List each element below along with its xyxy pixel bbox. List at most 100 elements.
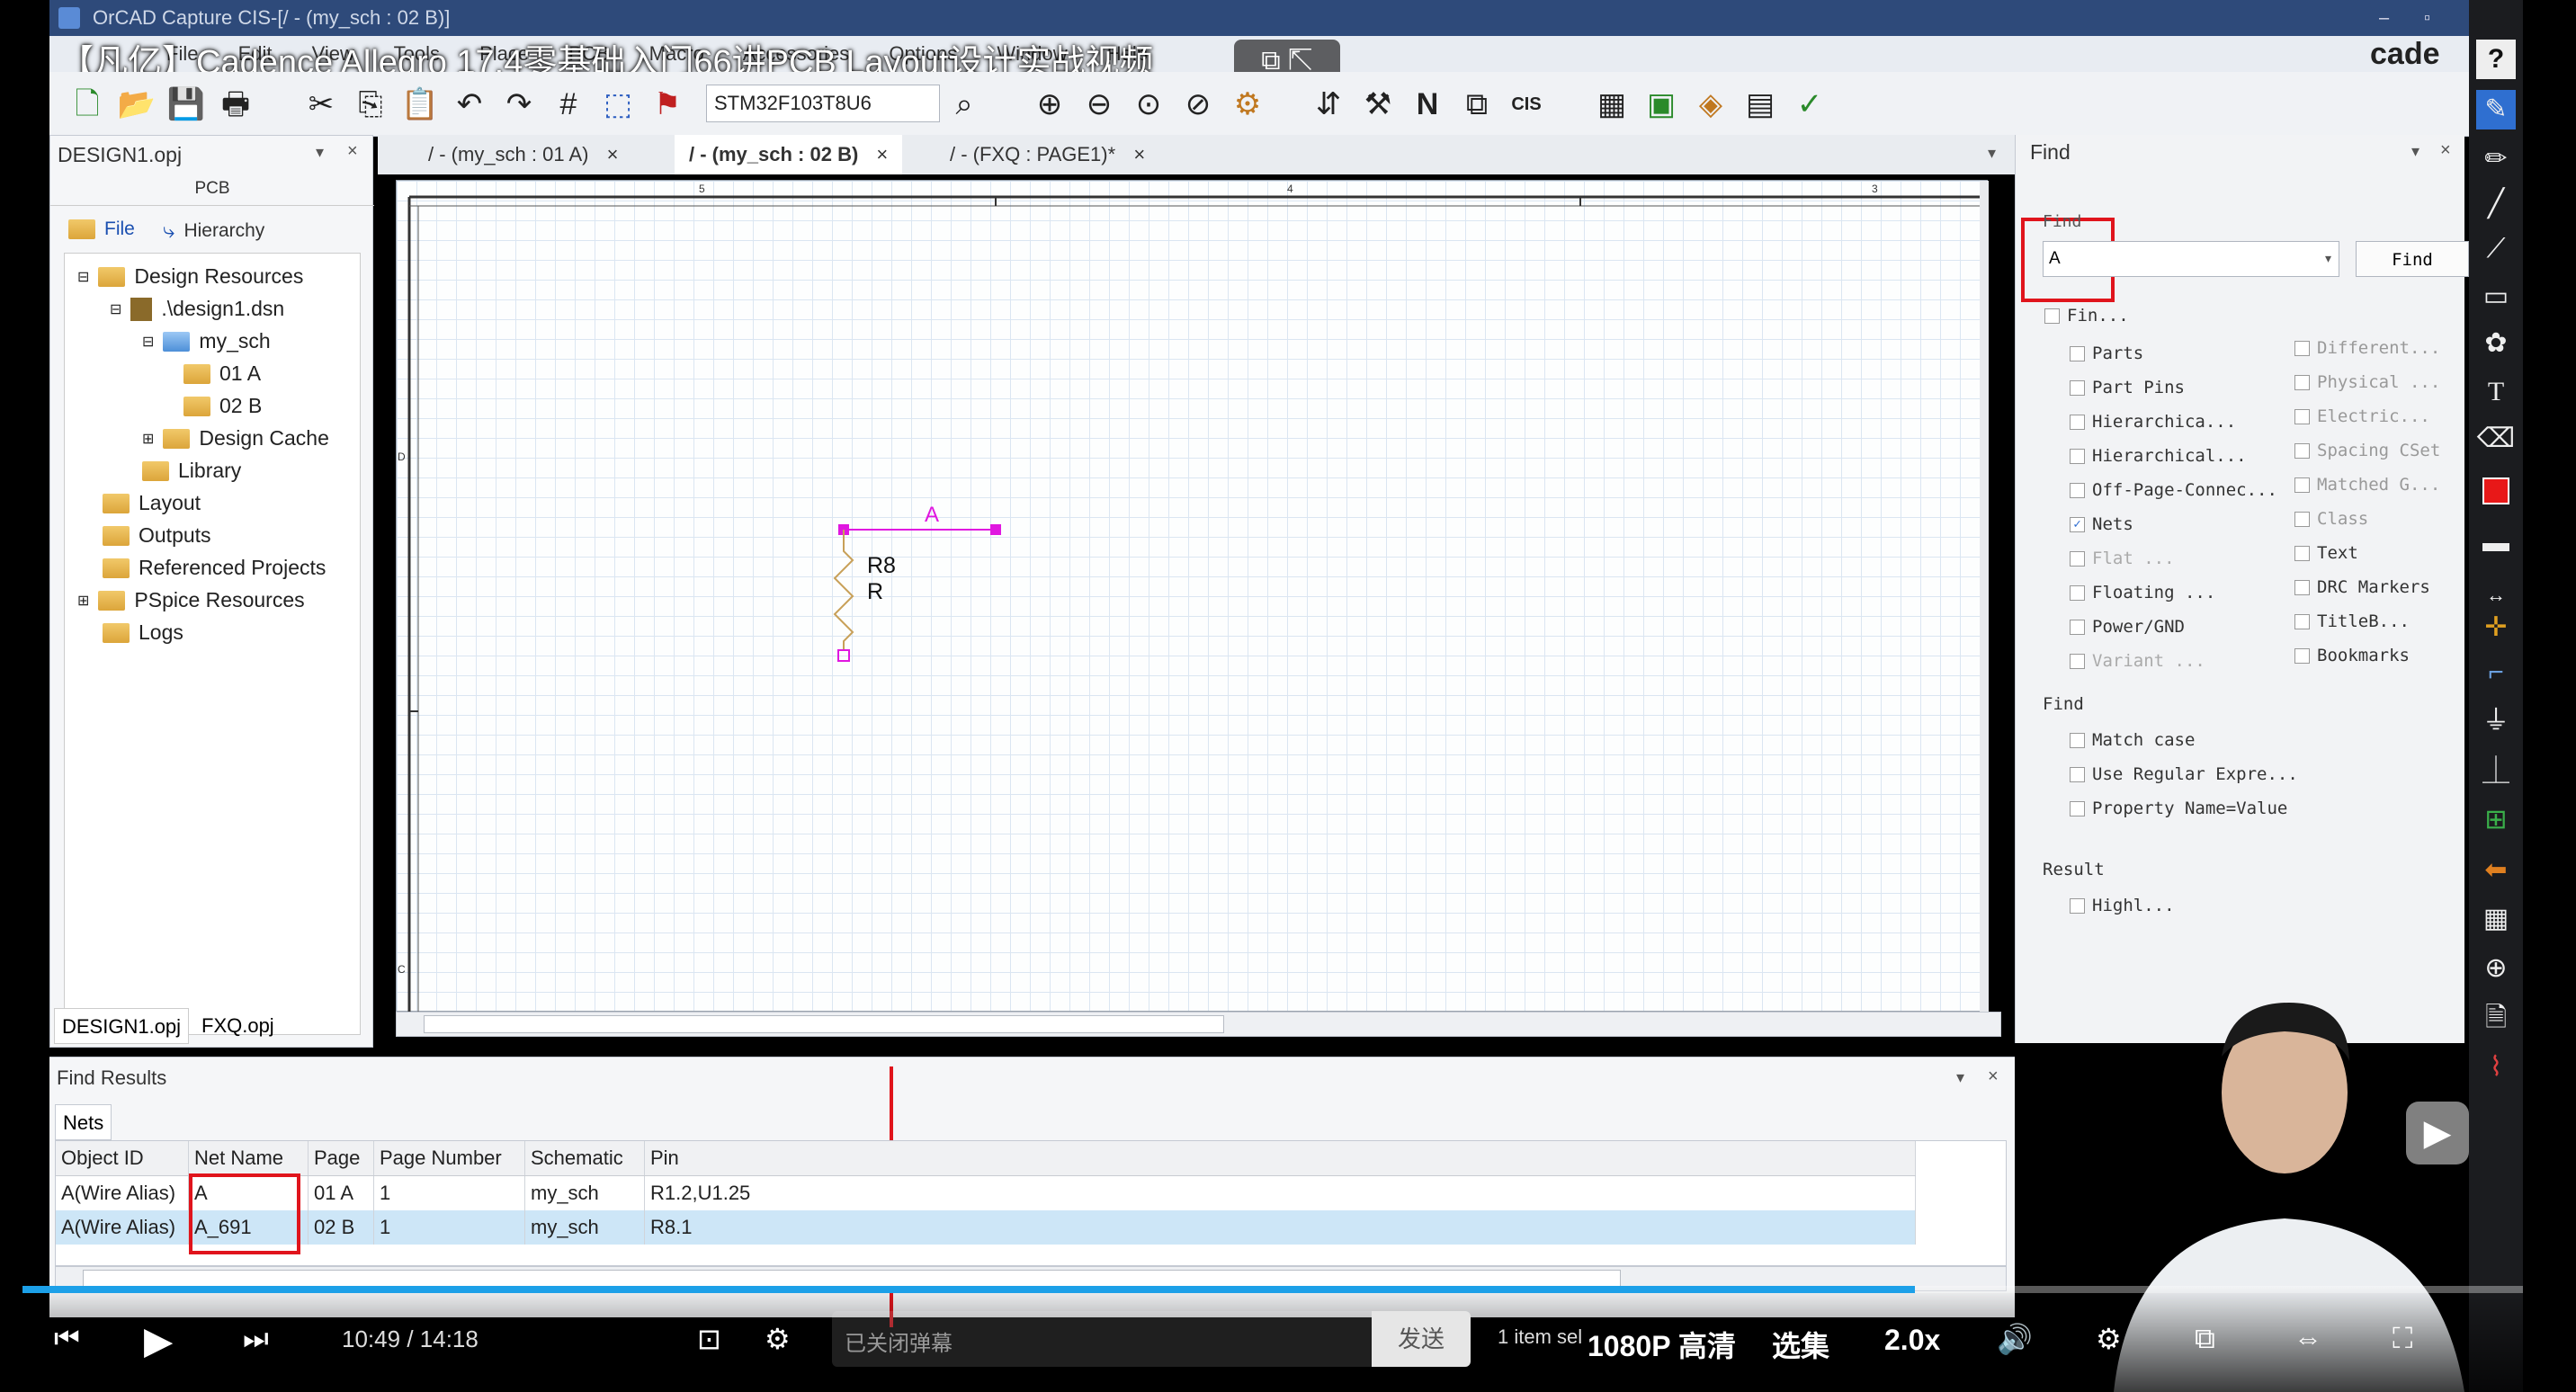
bus-entry-icon[interactable]: ⌇ [2476, 1048, 2516, 1087]
net-alias-label[interactable]: A [925, 503, 939, 528]
cis-icon[interactable]: CIS [1507, 85, 1546, 124]
print-icon[interactable]: 🖶 [216, 85, 255, 124]
send-button[interactable]: 发送 [1372, 1311, 1471, 1367]
tree-item-my-sch[interactable]: ⊟ my_sch [142, 329, 271, 353]
offpage-icon[interactable]: ⬅ [2476, 851, 2516, 890]
fullscreen-icon[interactable]: ⛶ [2393, 1322, 2412, 1356]
option-electrical[interactable]: Electric... [2294, 406, 2430, 426]
component-icon[interactable]: ▦ [1592, 85, 1632, 124]
find-button[interactable]: Find [2356, 241, 2469, 277]
col-schematic[interactable]: Schematic [524, 1141, 645, 1176]
horizontal-scrollbar[interactable] [396, 1012, 2001, 1037]
find-input-dropdown-icon[interactable]: ▾ [2325, 251, 2331, 266]
play-overlay-icon[interactable]: ▶ [2406, 1102, 2469, 1164]
tree-item-outputs[interactable]: Outputs [103, 523, 211, 548]
next-icon[interactable]: ⏭ [243, 1322, 269, 1356]
tree-item-referenced-projects[interactable]: Referenced Projects [103, 556, 326, 580]
settings-icon[interactable]: ⚙ [2096, 1322, 2122, 1356]
scroll-thumb[interactable] [424, 1015, 1224, 1033]
tabs-dropdown-icon[interactable]: ▾ [1988, 144, 1996, 163]
cut-icon[interactable]: ✂ [301, 85, 341, 124]
grid-tool-icon[interactable]: ▦ [2476, 899, 2516, 939]
panel-dropdown-icon[interactable]: ▾ [316, 143, 324, 162]
col-object-id[interactable]: Object ID [56, 1141, 189, 1176]
option-nets[interactable]: ✓ Nets [2070, 514, 2133, 534]
tab-file[interactable]: File [68, 219, 135, 240]
widescreen-icon[interactable]: ⇔ [2294, 1322, 2322, 1355]
tab-close-icon[interactable]: × [1133, 143, 1145, 165]
tab-close-icon[interactable]: × [876, 143, 888, 165]
option-matched-group[interactable]: Matched G... [2294, 475, 2440, 495]
zoom-all-icon[interactable]: ⊘ [1178, 85, 1218, 124]
tree-item-logs[interactable]: Logs [103, 620, 183, 645]
option-physical[interactable]: Physical ... [2294, 372, 2440, 392]
speed-button[interactable]: 2.0x [1884, 1324, 1940, 1357]
tree-item-library[interactable]: Library [142, 459, 241, 483]
option-power-gnd[interactable]: Power/GND [2070, 617, 2185, 637]
save-icon[interactable]: 💾 [166, 85, 206, 124]
option-off-page-connectors[interactable]: Off-Page-Connec... [2070, 480, 2277, 500]
option-text[interactable]: Text [2294, 543, 2358, 563]
copy-icon[interactable]: ⎘ [351, 85, 390, 124]
tab-nets[interactable]: Nets [55, 1104, 112, 1140]
danmaku-input[interactable]: 已关闭弹幕 [832, 1311, 1426, 1367]
eraser-icon[interactable]: ⌫ [2476, 419, 2516, 459]
part-value[interactable]: R [867, 579, 883, 605]
wire-icon[interactable]: ⌐ [2476, 653, 2516, 692]
quality-button[interactable]: 1080P 高清 [1588, 1324, 1736, 1365]
pencil-icon[interactable]: ✏ [2476, 139, 2516, 179]
find-results-close-icon[interactable]: × [1988, 1066, 1999, 1087]
minimize-button[interactable]: – [2379, 0, 2389, 36]
rectangle-icon[interactable]: ▭ [2476, 277, 2516, 317]
zoom-area-icon[interactable]: ⊙ [1129, 85, 1168, 124]
volume-icon[interactable]: 🔊 [1997, 1322, 2033, 1356]
find-results-dropdown-icon[interactable]: ▾ [1956, 1068, 1964, 1087]
tree-item-design1-dsn[interactable]: ⊟ .\design1.dsn [110, 297, 284, 321]
tree-item-layout[interactable]: Layout [103, 491, 201, 515]
text-icon[interactable]: T [2476, 372, 2516, 412]
option-drc-markers[interactable]: DRC Markers [2294, 577, 2430, 597]
add-part-icon[interactable]: ⊞ [2476, 800, 2516, 840]
open-folder-icon[interactable]: 📂 [117, 85, 157, 124]
option-differential[interactable]: Different... [2294, 338, 2440, 358]
col-page-number[interactable]: Page Number [373, 1141, 525, 1176]
select-tool-icon[interactable]: ✎ [2476, 90, 2516, 129]
ground-icon[interactable]: ⏊ [2476, 752, 2516, 791]
find-in-header[interactable]: Fin... [2044, 306, 2129, 326]
option-title-block[interactable]: TitleB... [2294, 611, 2410, 631]
scroll-thumb[interactable] [83, 1270, 1621, 1288]
pip-mode-icon[interactable]: ⧉ [2195, 1322, 2215, 1356]
option-match-case[interactable]: Match case [2070, 730, 2195, 750]
power-icon[interactable]: ⏚ [2476, 701, 2516, 741]
color-swatch-icon[interactable] [2476, 477, 2516, 516]
back-annotate-icon[interactable]: ⇵ [1309, 85, 1348, 124]
col-net-name[interactable]: Net Name [188, 1141, 309, 1176]
option-bookmarks[interactable]: Bookmarks [2294, 646, 2410, 665]
new-project-icon[interactable]: 🗋 [67, 85, 107, 124]
table-row[interactable]: A(Wire Alias) A_691 02 B 1 my_sch R8.1 [56, 1210, 1916, 1245]
restore-button[interactable]: ▫ [2424, 0, 2430, 36]
drc-icon[interactable]: ⚑ [648, 85, 687, 124]
previous-icon[interactable]: ⏮ [54, 1322, 80, 1356]
danmaku-settings-icon[interactable]: ⚙ [765, 1322, 791, 1356]
option-highlight[interactable]: Highl... [2070, 896, 2175, 915]
tree-item-design-cache[interactable]: ⊞ Design Cache [142, 426, 329, 451]
tab-page-01a[interactable]: / - (my_sch : 01 A) × [414, 135, 632, 174]
junction-icon[interactable]: ✛ [2476, 608, 2516, 647]
option-spacing-cset[interactable]: Spacing CSet [2294, 441, 2440, 460]
redo-icon[interactable]: ↷ [499, 85, 539, 124]
part-manager-icon[interactable]: ◈ [1691, 85, 1731, 124]
col-pin[interactable]: Pin [644, 1141, 1916, 1176]
tab-hierarchy[interactable]: ⤷ Hierarchy [163, 219, 264, 244]
pcb-flow-icon[interactable]: ▣ [1641, 85, 1681, 124]
polyline-icon[interactable]: ⟋ [2476, 229, 2516, 269]
zoom-in-icon[interactable]: ⊕ [1030, 85, 1069, 124]
option-class[interactable]: Class [2294, 509, 2368, 529]
play-icon[interactable]: ▶ [144, 1318, 173, 1362]
vertical-scrollbar[interactable] [1980, 181, 1989, 1013]
paste-icon[interactable]: 📋 [400, 85, 440, 124]
line-width-icon[interactable]: ▬ [2476, 523, 2516, 563]
drc-check-icon[interactable]: ⚒ [1358, 85, 1398, 124]
find-panel-close-icon[interactable]: × [2440, 140, 2451, 161]
option-hierarchical-pins[interactable]: Hierarchical... [2070, 446, 2247, 466]
